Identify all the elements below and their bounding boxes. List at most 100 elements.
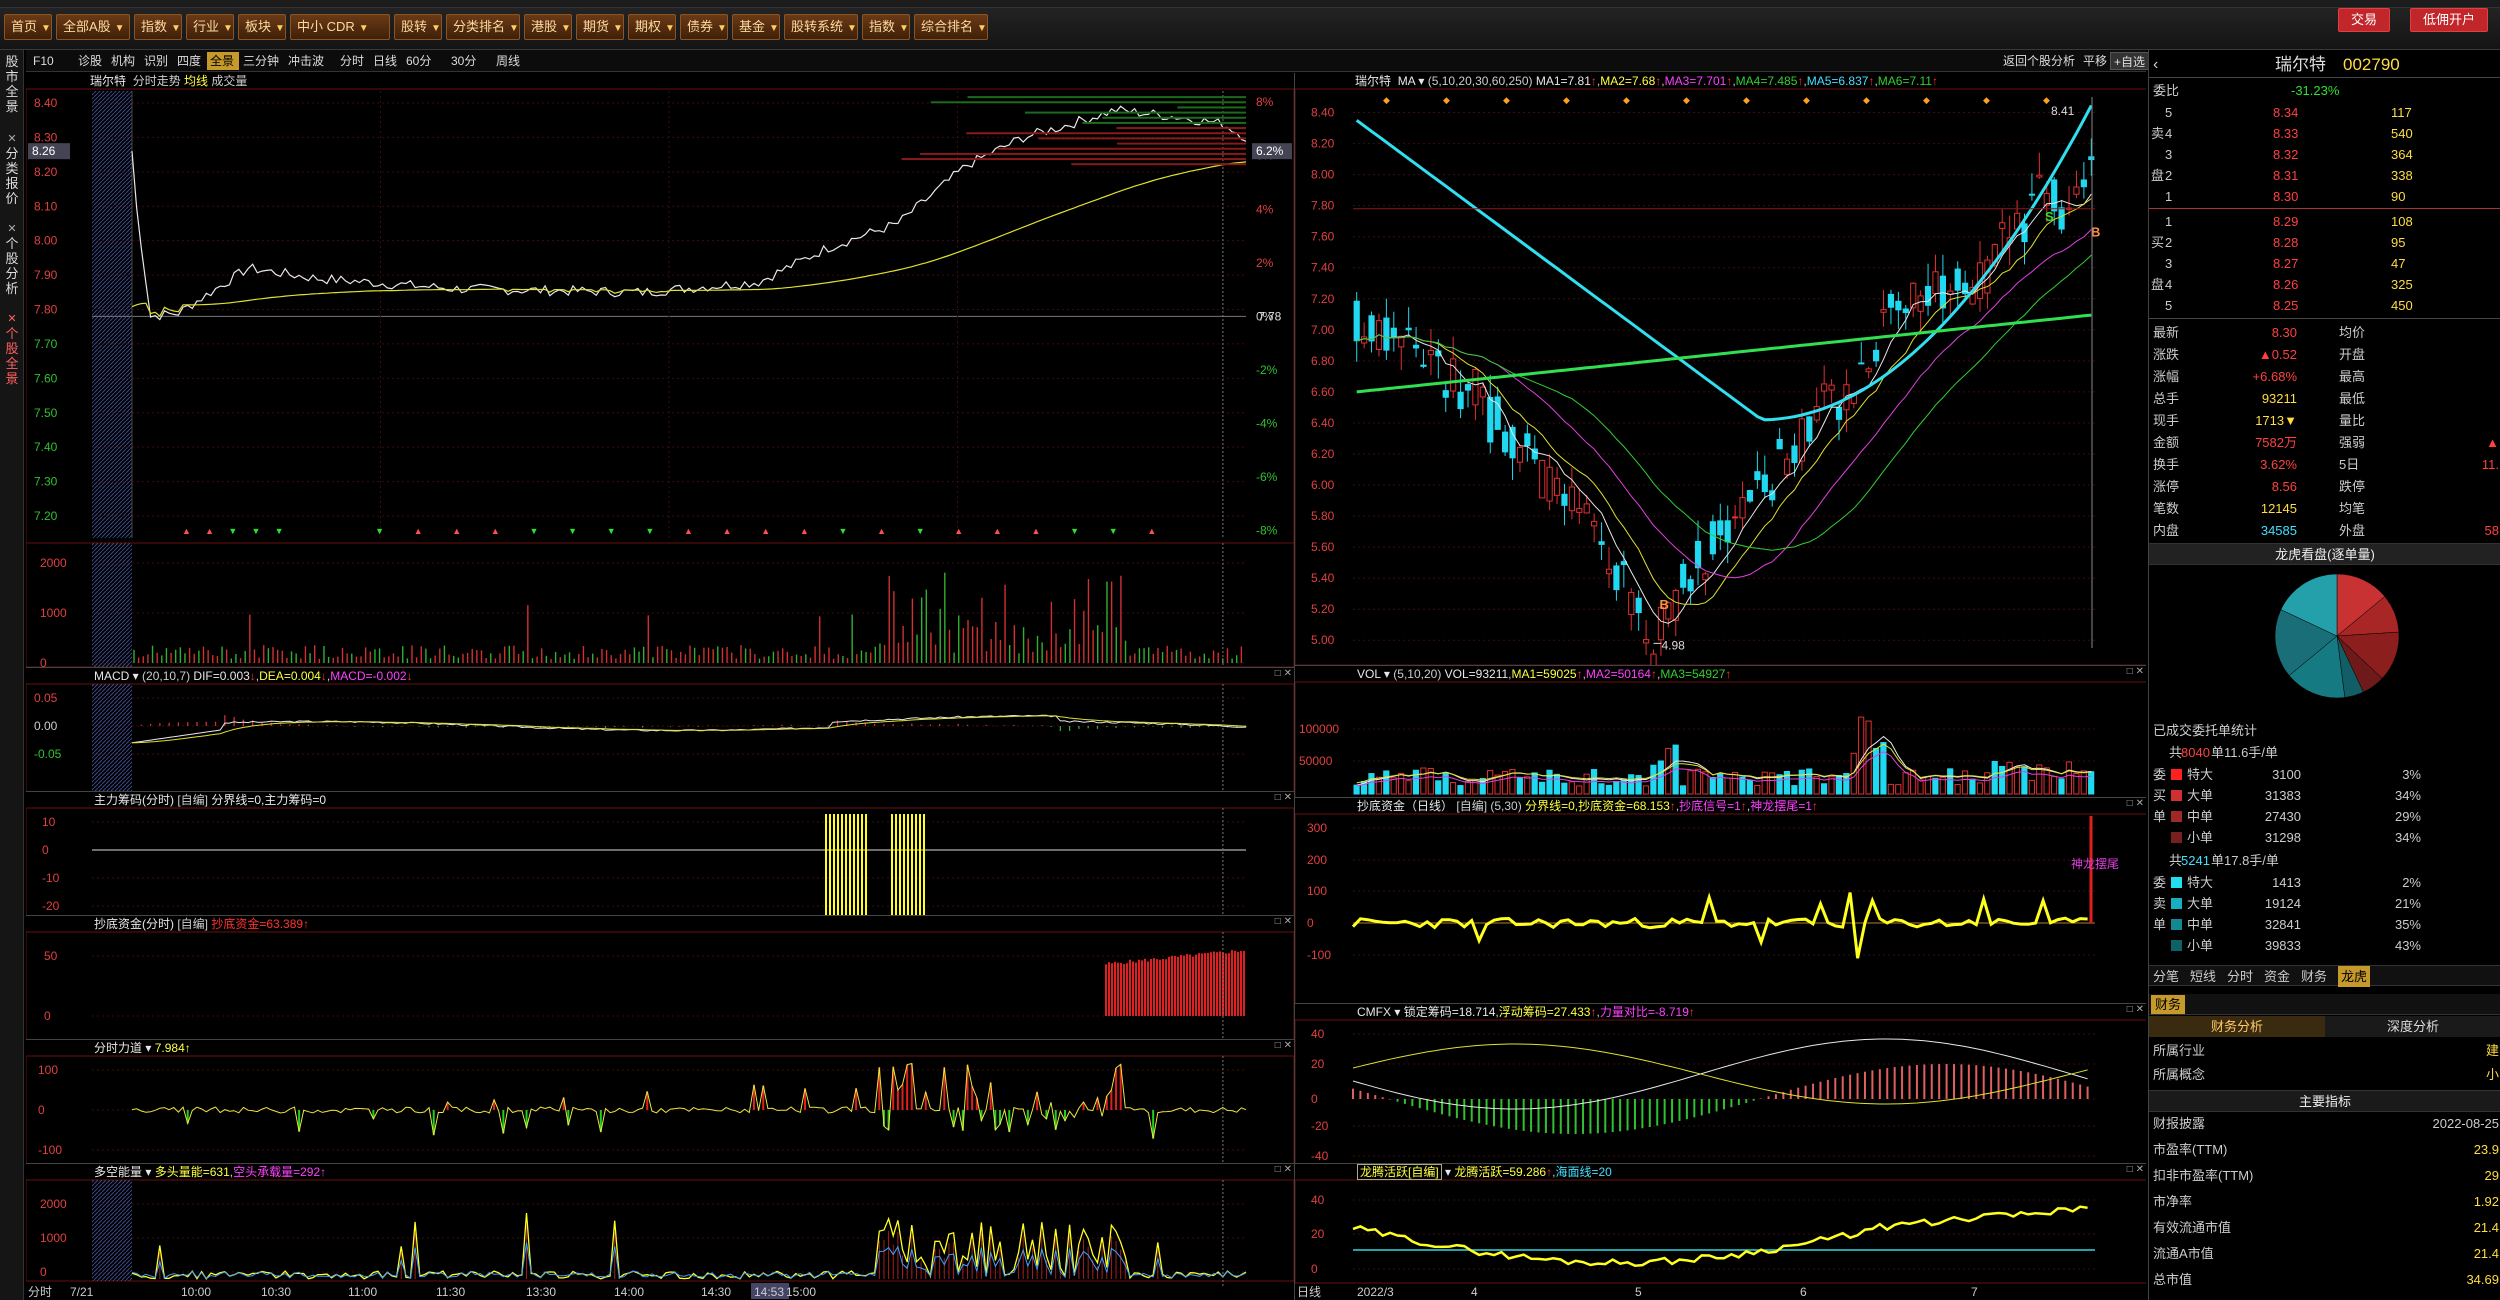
nav-category-quotes[interactable]: 分类报价: [2, 146, 22, 206]
kvol-bar: [2050, 776, 2058, 795]
flat-button[interactable]: 平移: [2080, 52, 2110, 70]
back-chevron-icon[interactable]: ‹: [2153, 52, 2158, 78]
panel-close-icon[interactable]: □ ✕: [1275, 916, 1292, 927]
toolbar-button-8[interactable]: 港股 ▼: [524, 14, 572, 40]
order-bar: [1071, 163, 1246, 166]
tab-诊股[interactable]: 诊股: [75, 52, 107, 70]
toolbar-button-4[interactable]: 板块 ▼: [238, 14, 286, 40]
deal-pct: 3%: [2402, 767, 2421, 782]
tab-机构[interactable]: 机构: [108, 52, 140, 70]
stat-value: 34585: [2260, 523, 2297, 538]
toolbar-button-5[interactable]: 中小 CDR ▼: [290, 14, 390, 40]
close-icon[interactable]: ✕: [2, 312, 22, 327]
bottom-tab-资金[interactable]: 资金: [2264, 966, 2290, 987]
nav-stock-panorama[interactable]: 个股全景: [2, 326, 22, 386]
chevron-down-icon: ▼: [977, 23, 987, 34]
daily-bottom-fund-chart[interactable]: 300 200 100 0 -100 神龙摆尾: [1295, 798, 2146, 1003]
tab-F10[interactable]: F10: [30, 52, 74, 70]
panel-close-icon[interactable]: □ ✕: [2127, 1164, 2144, 1175]
nav-market-overview[interactable]: 股市全景: [2, 54, 22, 114]
panel-close-icon[interactable]: □ ✕: [1275, 792, 1292, 803]
order-ratio-label: 委比: [2153, 83, 2180, 98]
macd-title[interactable]: MACD: [94, 669, 129, 683]
toolbar-button-13[interactable]: 股转系统 ▼: [784, 14, 858, 40]
panel-close-icon[interactable]: □ ✕: [2127, 1004, 2144, 1015]
toolbar-button-12[interactable]: 基金 ▼: [732, 14, 780, 40]
panel-close-icon[interactable]: □ ✕: [1275, 1164, 1292, 1175]
long-short-chart[interactable]: 2000 1000 0 分时 7/21 10:00 10:30 11:00 11:30 13:30…: [26, 1164, 1294, 1300]
intraday-force-chart[interactable]: 100 0 -100: [26, 1040, 1294, 1163]
tab-30分[interactable]: 30分: [448, 52, 492, 70]
open-account-button[interactable]: 低佣开户: [2410, 8, 2489, 32]
tab-60分[interactable]: 60分: [403, 52, 447, 70]
close-icon[interactable]: ✕: [2, 222, 22, 237]
macd-panel: MACD ▾ (20,10,7) DIF=0.003↓,DEA=0.004↓,M…: [26, 667, 1294, 791]
bottom-tab-短线[interactable]: 短线: [2190, 966, 2216, 987]
bottom-fund-chart[interactable]: 50 0: [26, 916, 1294, 1039]
nav-stock-analysis[interactable]: 个股分析: [2, 236, 22, 296]
intraday-force-title[interactable]: 分时力道: [94, 1041, 142, 1055]
bid-row: 5 8.25 450: [2149, 295, 2500, 316]
intraday-label: 分时走势: [132, 74, 181, 88]
ask-price: 8.30: [2273, 189, 2299, 204]
long-short-title[interactable]: 多空能量: [94, 1165, 142, 1179]
indicator-row: 扣非市盈率(TTM) 29: [2149, 1165, 2500, 1186]
toolbar-button-10[interactable]: 期权 ▼: [628, 14, 676, 40]
toolbar-button-3[interactable]: 行业 ▼: [186, 14, 234, 40]
intraday-price-chart[interactable]: 8.40 8.30 8.20 8.10 8.00 7.90 7.80 7.70 7.60 7.50…: [26, 73, 1294, 543]
toolbar-button-14[interactable]: 指数 ▼: [862, 14, 910, 40]
panel-close-icon[interactable]: □ ✕: [2127, 798, 2144, 809]
toolbar-button-7[interactable]: 分类排名 ▼: [446, 14, 520, 40]
bottom-tab-财务[interactable]: 财务: [2301, 966, 2327, 987]
tab-识别[interactable]: 识别: [141, 52, 173, 70]
bottom-tab-分笔[interactable]: 分笔: [2153, 966, 2179, 987]
tab-四度[interactable]: 四度: [174, 52, 206, 70]
intraday-volume-chart[interactable]: 2000 1000 0: [26, 543, 1294, 667]
finance-value: 建: [2485, 1043, 2499, 1058]
kline-chart[interactable]: 8.40 8.20 8.00 7.80 7.60 7.40 7.20 7.00 6.80 6.60…: [1295, 73, 2146, 665]
deep-analysis-tab[interactable]: 深度分析: [2325, 1016, 2500, 1037]
chevron-down-icon[interactable]: ▾: [129, 669, 142, 683]
toolbar-button-6[interactable]: 股转 ▼: [394, 14, 442, 40]
toolbar-button-2[interactable]: 指数 ▼: [134, 14, 182, 40]
candle-body: [1835, 406, 1843, 420]
close-icon[interactable]: ✕: [2, 132, 22, 147]
daily-bottom-fund-title[interactable]: 抄底资金（日线）: [1357, 799, 1453, 813]
toolbar-button-9[interactable]: 期货 ▼: [576, 14, 624, 40]
finance-analysis-tab[interactable]: 财务分析: [2149, 1016, 2325, 1037]
indicator-label: 总市值: [2153, 1272, 2193, 1287]
bottom-tab-分时[interactable]: 分时: [2227, 966, 2253, 987]
cmfx-title[interactable]: CMFX: [1357, 1005, 1391, 1019]
ma-selector[interactable]: MA: [1398, 74, 1415, 88]
toolbar-button-1[interactable]: 全部A股 ▼: [56, 14, 130, 40]
bottom-tab-龙虎[interactable]: 龙虎: [2338, 966, 2371, 987]
macd-chart[interactable]: 0.05 0.00 -0.05: [26, 668, 1294, 791]
price-tick: 7.80: [34, 303, 58, 317]
main-chips-title[interactable]: 主力筹码(分时): [94, 793, 174, 807]
back-to-analysis-button[interactable]: 返回个股分析: [2000, 52, 2078, 70]
cmfx-chart[interactable]: 40 20 0 -20 -40: [1295, 1004, 2146, 1163]
panel-close-icon[interactable]: □ ✕: [1275, 668, 1292, 679]
stat-label: 最新: [2153, 325, 2180, 340]
finance-tab[interactable]: 财务: [2151, 995, 2186, 1014]
kline-volume-chart[interactable]: 100000 50000: [1295, 666, 2146, 797]
tab-全景[interactable]: 全景: [207, 52, 239, 70]
dragon-active-chart[interactable]: 40 20 0 日线 2022/3 4 5 6 7: [1295, 1164, 2146, 1300]
tab-周线[interactable]: 周线: [493, 52, 525, 70]
main-chips-chart[interactable]: 10 0 -10 -20: [26, 792, 1294, 915]
toolbar-button-15[interactable]: 综合排名 ▼: [914, 14, 988, 40]
panel-close-icon[interactable]: □ ✕: [2127, 666, 2144, 677]
tab-冲击波[interactable]: 冲击波: [285, 52, 329, 70]
tab-分时[interactable]: 分时: [337, 52, 369, 70]
tab-日线[interactable]: 日线: [370, 52, 402, 70]
trade-button[interactable]: 交易: [2338, 8, 2391, 32]
toolbar-button-11[interactable]: 债券 ▼: [680, 14, 728, 40]
cur-pct-label: 6.2%: [1256, 144, 1284, 158]
order-bar: [901, 158, 1246, 161]
bottom-fund-title[interactable]: 抄底资金(分时): [94, 917, 174, 931]
vol-title[interactable]: VOL: [1357, 667, 1381, 681]
dragon-active-title[interactable]: 龙腾活跃[自编]: [1357, 1164, 1442, 1180]
toolbar-button-0[interactable]: 首页 ▼: [4, 14, 52, 40]
tab-三分钟[interactable]: 三分钟: [240, 52, 284, 70]
panel-close-icon[interactable]: □ ✕: [1275, 1040, 1292, 1051]
